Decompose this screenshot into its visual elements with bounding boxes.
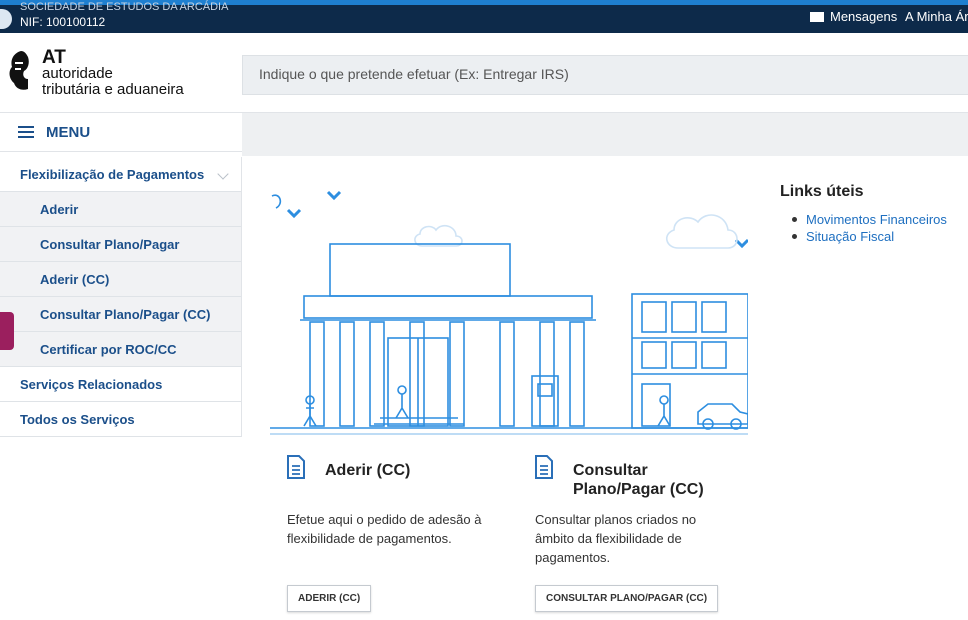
hamburger-icon bbox=[18, 126, 34, 138]
sidebar-item-aderir[interactable]: Aderir bbox=[0, 192, 241, 227]
sidebar-item-label: Todos os Serviços bbox=[20, 411, 135, 427]
sidebar-item-todos-servicos[interactable]: Todos os Serviços bbox=[0, 402, 241, 437]
logo-line-1: autoridade bbox=[42, 65, 113, 82]
sidebar-item-label: Consultar Plano/Pagar bbox=[40, 236, 180, 252]
sidebar-item-label: Serviços Relacionados bbox=[20, 376, 163, 392]
taxpayer-nif: NIF: 100100112 bbox=[20, 15, 106, 29]
header: AT autoridade tributária e aduaneira Ind… bbox=[0, 33, 968, 110]
sidebar-item-label: Aderir bbox=[40, 201, 79, 217]
link-situacao-fiscal[interactable]: Situação Fiscal bbox=[792, 228, 947, 245]
user-icon[interactable] bbox=[0, 9, 12, 29]
card-description: Consultar planos criados no âmbito da fl… bbox=[535, 512, 697, 565]
aderir-cc-button[interactable]: ADERIR (CC) bbox=[287, 585, 372, 612]
document-icon bbox=[535, 455, 553, 479]
sidebar-item-label: Certificar por ROC/CC bbox=[40, 341, 177, 357]
chevron-down-icon[interactable] bbox=[217, 168, 229, 180]
links-list: Movimentos Financeiros Situação Fiscal bbox=[780, 211, 947, 245]
taxpayer-name: SOCIEDADE DE ESTUDOS DA ARCÁDIA bbox=[20, 1, 229, 13]
sidebar-item-aderir-cc[interactable]: Aderir (CC) bbox=[0, 262, 241, 297]
sidebar-item-label: Flexibilização de Pagamentos bbox=[20, 166, 205, 182]
menu-label: MENU bbox=[46, 123, 91, 141]
sidebar-item-servicos-relacionados[interactable]: Serviços Relacionados bbox=[0, 367, 241, 402]
sidebar-item-consultar-plano-cc[interactable]: Consultar Plano/Pagar (CC) bbox=[0, 297, 241, 332]
search-input[interactable]: Indique o que pretende efetuar (Ex: Entr… bbox=[242, 55, 968, 95]
menu-toggle[interactable]: MENU bbox=[0, 112, 242, 152]
at-logo[interactable]: AT autoridade tributária e aduaneira bbox=[6, 45, 206, 98]
sidebar-item-label: Consultar Plano/Pagar (CC) bbox=[40, 306, 211, 322]
emblem-icon bbox=[9, 51, 29, 90]
feedback-tab[interactable] bbox=[0, 312, 14, 350]
top-bar: SOCIEDADE DE ESTUDOS DA ARCÁDIA NIF: 100… bbox=[0, 0, 968, 33]
links-heading: Links úteis bbox=[780, 183, 864, 200]
document-icon bbox=[287, 455, 305, 479]
card-title: Consultar Plano/Pagar (CC) bbox=[573, 462, 704, 498]
sidebar-item-consultar-plano[interactable]: Consultar Plano/Pagar bbox=[0, 227, 241, 262]
sidebar: Flexibilização de Pagamentos Aderir Cons… bbox=[0, 157, 242, 437]
sidebar-item-label: Aderir (CC) bbox=[40, 271, 110, 287]
messages-label: Mensagens bbox=[830, 9, 898, 24]
useful-links: Links úteis Movimentos Financeiros Situa… bbox=[780, 183, 947, 245]
consultar-plano-cc-button[interactable]: CONSULTAR PLANO/PAGAR (CC) bbox=[535, 585, 719, 612]
logo-line-2: tributária e aduaneira bbox=[42, 81, 184, 98]
card-title: Aderir (CC) bbox=[325, 462, 411, 479]
sidebar-item-flexibilizacao[interactable]: Flexibilização de Pagamentos bbox=[0, 157, 241, 192]
card-description: Efetue aqui o pedido de adesão à flexibi… bbox=[287, 512, 482, 546]
link-movimentos-financeiros[interactable]: Movimentos Financeiros bbox=[792, 211, 947, 228]
messages-link[interactable]: Mensagens bbox=[810, 9, 897, 24]
envelope-icon bbox=[810, 11, 824, 22]
my-area-link[interactable]: A Minha Área bbox=[905, 9, 968, 24]
sidebar-item-certificar-roc[interactable]: Certificar por ROC/CC bbox=[0, 332, 241, 367]
building-illustration bbox=[270, 178, 750, 440]
content-toolbar bbox=[242, 112, 968, 156]
